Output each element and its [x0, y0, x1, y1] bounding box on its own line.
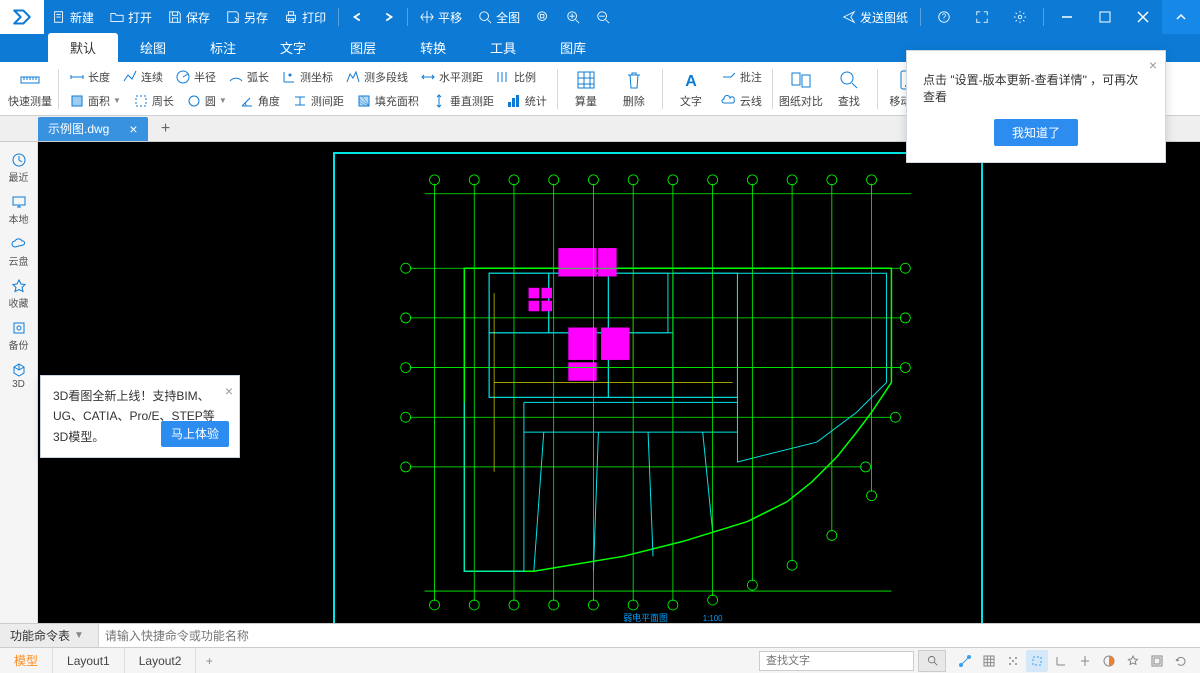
text-button[interactable]: A文字 [667, 62, 715, 115]
add-layout-button[interactable]: + [196, 648, 222, 673]
settings-button[interactable] [1001, 0, 1039, 34]
send-drawing-button[interactable]: 发送图纸 [834, 0, 916, 34]
distance-button[interactable]: 测间距 [286, 90, 350, 112]
open-button[interactable]: 打开 [102, 0, 160, 34]
menu-tab-layer[interactable]: 图层 [328, 33, 398, 62]
ratio-button[interactable]: 比例 [489, 66, 542, 88]
lineweight-toggle-icon[interactable] [1074, 650, 1096, 672]
app-logo [0, 0, 44, 34]
popup-tip-text: 点击 "设置-版本更新-查看详情" ，可再次查看 [923, 71, 1149, 105]
zoom-in-button[interactable] [558, 0, 588, 34]
menu-tab-convert[interactable]: 转换 [398, 33, 468, 62]
maximize-button[interactable] [1086, 0, 1124, 34]
calc-button[interactable]: 算量 [562, 62, 610, 115]
new-button[interactable]: 新建 [44, 0, 102, 34]
menu-tab-text[interactable]: 文字 [258, 33, 328, 62]
favorite-toggle-icon[interactable] [1122, 650, 1144, 672]
svg-text:?: ? [942, 13, 947, 22]
stats-button[interactable]: 统计 [500, 90, 553, 112]
vmeasure-button[interactable]: 垂直测距 [425, 90, 500, 112]
menu-tab-tools[interactable]: 工具 [468, 33, 538, 62]
quick-measure-button[interactable]: 快速测量 [6, 62, 54, 115]
minimize-button[interactable] [1048, 0, 1086, 34]
polar-toggle-icon[interactable] [1050, 650, 1072, 672]
continuous-button[interactable]: 连续 [116, 66, 169, 88]
regen-toggle-icon[interactable] [1170, 650, 1192, 672]
close-button[interactable] [1124, 0, 1162, 34]
sidebar-fav[interactable]: 收藏 [2, 274, 36, 314]
sidebar-backup[interactable]: 备份 [2, 316, 36, 356]
zoom-extents-button[interactable]: 全图 [470, 0, 528, 34]
pan-button[interactable]: 平移 [412, 0, 470, 34]
command-input[interactable] [99, 629, 1200, 643]
saveas-button[interactable]: 另存 [218, 0, 276, 34]
settings-toggle-icon[interactable] [1146, 650, 1168, 672]
menu-tab-annotate[interactable]: 标注 [188, 33, 258, 62]
file-tab-close-icon[interactable]: × [129, 121, 137, 137]
drawing-title: 弱电平面图 [623, 612, 668, 623]
menu-tab-default[interactable]: 默认 [48, 33, 118, 62]
zoom-out-button[interactable] [588, 0, 618, 34]
radius-button[interactable]: 半径 [169, 66, 222, 88]
area-button[interactable]: 面积▼ [63, 90, 127, 112]
perimeter-button[interactable]: 周长 [127, 90, 180, 112]
popup-3d-promo: × 3D看图全新上线！支持BIM、UG、CATIA、Pro/E、STEP等3D模… [40, 375, 240, 458]
cloud-button[interactable]: 云线 [715, 90, 768, 112]
fillarea-button[interactable]: 填充面积 [350, 90, 425, 112]
popup-version-tip: × 点击 "设置-版本更新-查看详情" ，可再次查看 我知道了 [906, 50, 1166, 163]
sidebar-cloud[interactable]: 云盘 [2, 232, 36, 272]
sidebar-3d[interactable]: 3D [2, 358, 36, 394]
popup-tip-ok-button[interactable]: 我知道了 [994, 119, 1078, 146]
drawing-frame: 弱电平面图 1:100 [333, 152, 983, 623]
find-button[interactable]: 查找 [825, 62, 873, 115]
svg-text:A: A [685, 73, 697, 90]
sidebar-recent[interactable]: 最近 [2, 148, 36, 188]
hmeasure-button[interactable]: 水平测距 [414, 66, 489, 88]
add-file-tab-button[interactable]: + [154, 117, 178, 141]
snap-toggle-icon[interactable] [1002, 650, 1024, 672]
command-bar-label[interactable]: 功能命令表▼ [0, 624, 99, 647]
command-bar: 功能命令表▼ [0, 623, 1200, 647]
layout2-tab[interactable]: Layout2 [125, 648, 197, 673]
snap-endpoint-icon[interactable] [954, 650, 976, 672]
menu-tab-draw[interactable]: 绘图 [118, 33, 188, 62]
popup-tip-close-icon[interactable]: × [1149, 57, 1157, 73]
delete-button[interactable]: 删除 [610, 62, 658, 115]
angle-button[interactable]: 角度 [233, 90, 286, 112]
circle-button[interactable]: 圆▼ [180, 90, 233, 112]
title-bar: 新建 打开 保存 另存 打印 平移 全图 发送图纸 ? [0, 0, 1200, 34]
multiline-button[interactable]: 测多段线 [339, 66, 414, 88]
status-bar: 模型 Layout1 Layout2 + [0, 647, 1200, 673]
fullscreen-button[interactable] [963, 0, 1001, 34]
left-sidebar: 最近 本地 云盘 收藏 备份 3D [0, 142, 38, 623]
popup-3d-try-button[interactable]: 马上体验 [161, 421, 229, 447]
collapse-ribbon-button[interactable] [1162, 0, 1200, 34]
color-toggle-icon[interactable] [1098, 650, 1120, 672]
menu-tab-library[interactable]: 图库 [538, 33, 608, 62]
length-button[interactable]: 长度 [63, 66, 116, 88]
file-tab-active[interactable]: 示例图.dwg × [38, 117, 148, 141]
help-button[interactable]: ? [925, 0, 963, 34]
print-button[interactable]: 打印 [276, 0, 334, 34]
coord-button[interactable]: 测坐标 [275, 66, 339, 88]
redo-button[interactable] [373, 0, 403, 34]
file-tab-name: 示例图.dwg [48, 120, 109, 137]
grid-toggle-icon[interactable] [978, 650, 1000, 672]
find-text-button[interactable] [918, 650, 946, 672]
model-tab[interactable]: 模型 [0, 648, 53, 673]
popup-3d-close-icon[interactable]: × [225, 380, 233, 404]
annotate-button[interactable]: 批注 [715, 66, 768, 88]
layout1-tab[interactable]: Layout1 [53, 648, 125, 673]
find-text-input[interactable] [759, 651, 914, 671]
ortho-toggle-icon[interactable] [1026, 650, 1048, 672]
zoom-window-button[interactable] [528, 0, 558, 34]
sidebar-local[interactable]: 本地 [2, 190, 36, 230]
save-button[interactable]: 保存 [160, 0, 218, 34]
drawing-scale: 1:100 [703, 614, 723, 623]
undo-button[interactable] [343, 0, 373, 34]
arc-button[interactable]: 弧长 [222, 66, 275, 88]
compare-button[interactable]: 图纸对比 [777, 62, 825, 115]
